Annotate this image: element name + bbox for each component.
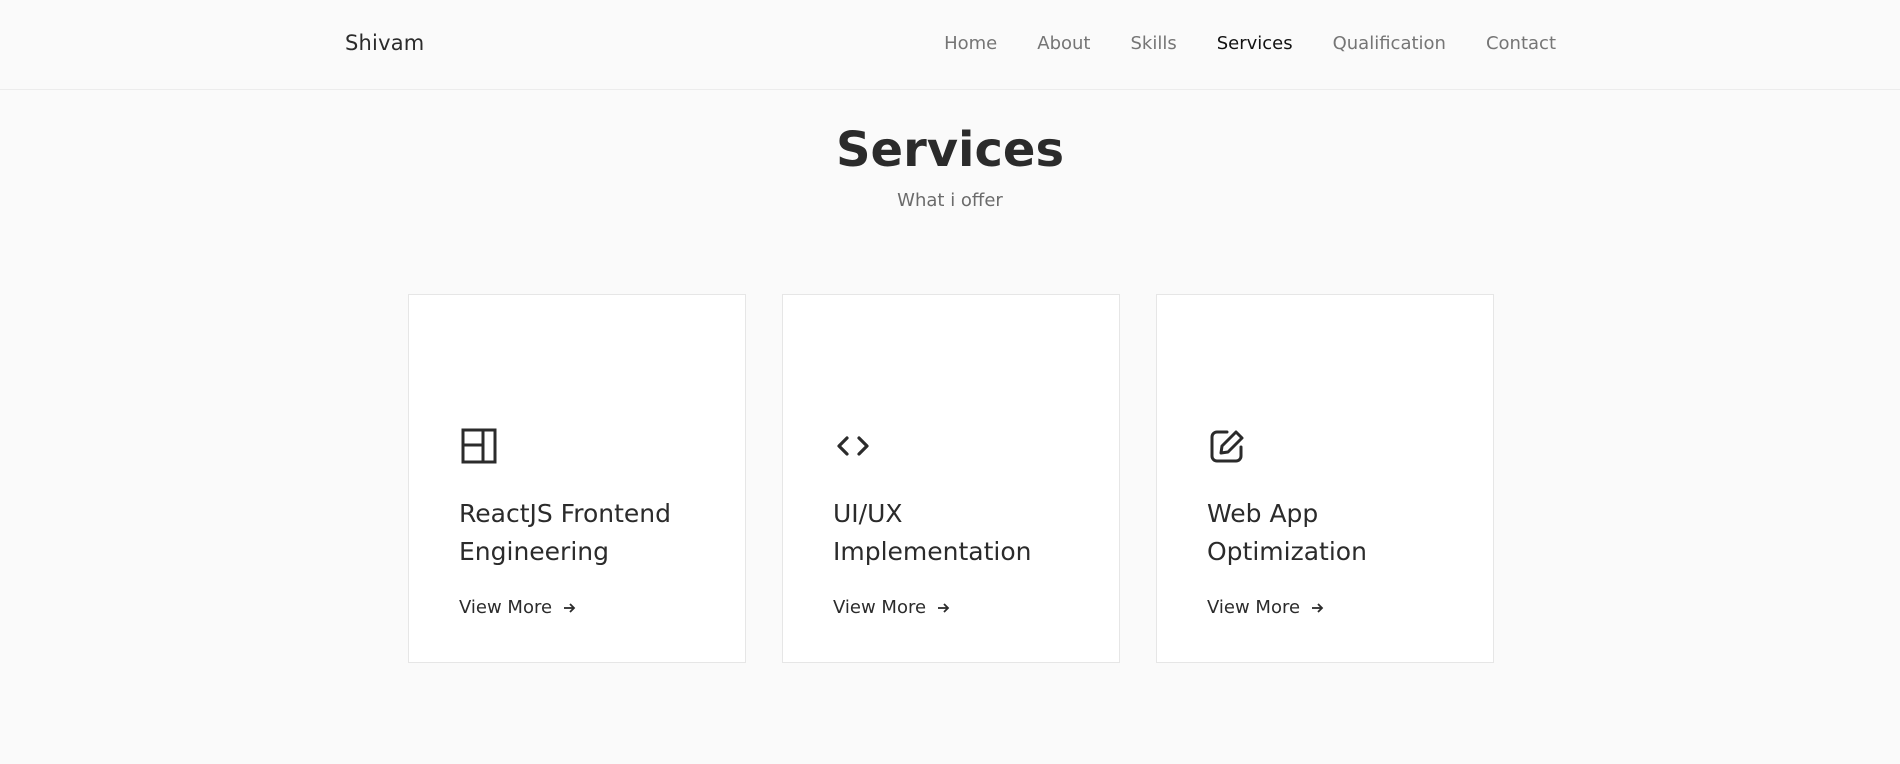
nav-item-about[interactable]: About bbox=[1037, 33, 1090, 54]
view-more-label: View More bbox=[833, 597, 927, 618]
service-card-optimization: Web App Optimization View More bbox=[1156, 294, 1494, 663]
nav-item-services[interactable]: Services bbox=[1217, 33, 1293, 54]
nav-item-home[interactable]: Home bbox=[944, 33, 997, 54]
nav-item-skills[interactable]: Skills bbox=[1130, 33, 1176, 54]
service-title: Web App Optimization bbox=[1207, 499, 1367, 566]
section-subtitle: What i offer bbox=[897, 190, 1003, 211]
nav-item-qualification[interactable]: Qualification bbox=[1333, 33, 1446, 54]
service-card-react: ReactJS Frontend Engineering View More bbox=[408, 294, 746, 663]
section-title: Services bbox=[835, 122, 1065, 178]
arrow-right-icon bbox=[564, 602, 576, 613]
services-grid: ReactJS Frontend Engineering View More U… bbox=[408, 294, 1494, 663]
site-header: Shivam Home About Skills Services Qualif… bbox=[0, 0, 1900, 90]
arrow-right-icon bbox=[938, 602, 950, 613]
code-icon bbox=[837, 436, 869, 456]
view-more-link[interactable]: View More bbox=[833, 597, 950, 618]
view-more-label: View More bbox=[1207, 597, 1301, 618]
view-more-link[interactable]: View More bbox=[1207, 597, 1324, 618]
main-nav: Home About Skills Services Qualification… bbox=[904, 33, 1556, 54]
arrow-right-icon bbox=[1312, 602, 1324, 613]
service-title: UI/UX Implementation bbox=[833, 499, 1032, 566]
view-more-link[interactable]: View More bbox=[459, 597, 576, 618]
view-more-label: View More bbox=[459, 597, 553, 618]
layout-icon bbox=[461, 428, 497, 464]
site-logo[interactable]: Shivam bbox=[345, 31, 424, 55]
service-title: ReactJS Frontend Engineering bbox=[459, 499, 672, 566]
nav-item-contact[interactable]: Contact bbox=[1486, 33, 1556, 54]
edit-icon bbox=[1210, 430, 1244, 463]
service-card-uiux: UI/UX Implementation View More bbox=[782, 294, 1120, 663]
